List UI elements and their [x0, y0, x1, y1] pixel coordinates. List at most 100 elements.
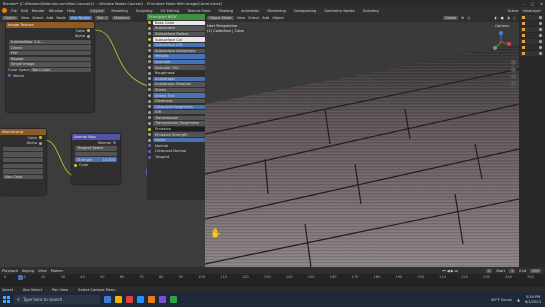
tab-uv-editing[interactable]: UV Editing — [159, 9, 182, 13]
tab-sculpting[interactable]: Sculpting — [134, 9, 155, 13]
input-socket[interactable] — [148, 116, 151, 120]
space-dropdown[interactable]: Tangent Space — [75, 146, 117, 151]
outliner-row[interactable] — [520, 39, 544, 44]
bsdf-input-row[interactable]: Transmission — [147, 115, 205, 121]
visibility-eye-icon[interactable] — [539, 52, 542, 55]
menu-render[interactable]: Render — [32, 9, 45, 13]
bsdf-input-row[interactable]: Subsurface Radius — [147, 31, 205, 37]
outliner-row[interactable] — [520, 27, 544, 32]
input-socket[interactable] — [148, 105, 151, 109]
image-selector[interactable] — [3, 146, 43, 152]
taskbar-search[interactable]: ⚲ Type here to search — [14, 295, 100, 304]
grid-icon[interactable] — [511, 81, 516, 86]
input-socket[interactable] — [148, 88, 151, 92]
play-controls[interactable]: ⏮ ◀ ▶ ⏭ — [442, 269, 457, 273]
input-socket[interactable] — [148, 21, 151, 25]
source-dropdown[interactable] — [3, 169, 43, 174]
bsdf-input-row[interactable]: Tangent — [147, 154, 205, 160]
tab-layout[interactable]: Layout — [89, 8, 106, 13]
input-socket[interactable] — [148, 133, 151, 137]
shading-rendered-icon[interactable]: ○ — [513, 16, 516, 20]
weather-label[interactable]: 80°F Sunny — [491, 298, 512, 302]
windows-start-icon[interactable] — [3, 296, 10, 303]
bsdf-input-row[interactable]: Transmission Roughness — [147, 121, 205, 127]
outliner-row[interactable] — [520, 15, 544, 20]
color-space-dropdown[interactable]: Non-Color — [30, 67, 91, 73]
minimize-button[interactable]: – — [523, 2, 525, 6]
bsdf-input-row[interactable]: Specular — [147, 59, 205, 65]
bsdf-input-row[interactable]: Emission Strength — [147, 132, 205, 138]
input-socket[interactable] — [148, 138, 151, 142]
bsdf-input-row[interactable]: Subsurface Anisotropy — [147, 48, 205, 54]
input-socket[interactable] — [148, 71, 151, 75]
input-socket[interactable] — [148, 49, 151, 53]
menu-file[interactable]: File — [11, 9, 17, 13]
menu-marker[interactable]: Marker — [51, 269, 63, 273]
input-socket[interactable] — [148, 54, 151, 58]
input-socket[interactable] — [148, 26, 151, 30]
tab-animation[interactable]: Animation — [239, 9, 261, 13]
proportional-icon[interactable]: ◎ — [467, 16, 470, 20]
outliner-row[interactable] — [520, 51, 544, 56]
bsdf-input-row[interactable]: Subsurface Col — [147, 37, 205, 43]
visibility-eye-icon[interactable] — [539, 28, 542, 31]
zoom-icon[interactable] — [511, 60, 516, 65]
bsdf-input-row[interactable]: Sheen — [147, 87, 205, 93]
blender-taskbar-icon[interactable] — [148, 296, 155, 303]
input-socket[interactable] — [148, 94, 151, 98]
edge-icon[interactable] — [137, 296, 144, 303]
maximize-button[interactable]: □ — [531, 2, 534, 6]
clock[interactable]: 5:26 PM 6/2/2023 — [525, 295, 541, 303]
uv-map-field[interactable] — [75, 151, 117, 157]
bsdf-input-row[interactable]: Clearcoat Normal — [147, 149, 205, 155]
interpolation-dropdown[interactable] — [3, 152, 43, 157]
image-selector[interactable]: tumbsofloor 1-8... — [9, 39, 91, 45]
tab-texture-paint[interactable]: Texture Paint — [185, 9, 212, 13]
input-socket[interactable] — [148, 43, 151, 47]
end-frame-field[interactable]: 250 — [530, 268, 541, 273]
source-dropdown[interactable]: Single Image — [9, 62, 91, 67]
tab-modeling[interactable]: Modeling — [109, 9, 129, 13]
3d-viewport[interactable]: Object Mode View Select Add Object Globa… — [205, 14, 519, 267]
input-socket[interactable] — [148, 144, 151, 148]
visibility-eye-icon[interactable] — [539, 46, 542, 49]
bsdf-input-row[interactable]: Anisotropic Rotation — [147, 82, 205, 88]
visibility-eye-icon[interactable] — [539, 22, 542, 25]
network-icon[interactable]: ▲ — [517, 298, 520, 302]
menu-view[interactable]: View — [38, 269, 47, 273]
input-socket[interactable] — [148, 121, 151, 125]
bsdf-input-row[interactable]: Subsurface — [147, 26, 205, 32]
outliner-panel[interactable] — [519, 14, 545, 267]
menu-edit[interactable]: Edit — [21, 9, 28, 13]
strength-slider[interactable]: Strength 10.000 — [75, 157, 117, 162]
bsdf-input-row[interactable]: Specular Tint — [147, 65, 205, 71]
snap-icon[interactable]: ⊕ — [461, 16, 464, 20]
tab-shading[interactable]: Shading — [216, 9, 235, 13]
app-icon-2[interactable] — [170, 296, 177, 303]
image-texture-node[interactable]: Image Texture Color Alpha tumbsofloor 1-… — [6, 22, 94, 112]
extension-dropdown[interactable] — [3, 163, 43, 168]
input-socket[interactable] — [148, 38, 151, 42]
input-socket[interactable] — [148, 77, 151, 81]
menu-help[interactable]: Help — [67, 9, 75, 13]
bsdf-input-row[interactable]: Normal — [147, 143, 205, 149]
bsdf-input-row[interactable]: Metallic — [147, 54, 205, 60]
visibility-eye-icon[interactable] — [539, 40, 542, 43]
input-socket[interactable] — [148, 110, 151, 114]
extension-dropdown[interactable]: Repeat — [9, 56, 91, 61]
bsdf-input-row[interactable]: Base Color — [147, 20, 205, 26]
shading-solid-icon[interactable]: ● — [501, 16, 504, 20]
menu-view[interactable]: View — [237, 16, 246, 20]
outliner-row[interactable] — [520, 33, 544, 38]
view-layer-selector[interactable]: ViewLayer — [522, 9, 541, 13]
menu-object[interactable]: Object — [272, 16, 284, 20]
pan-icon[interactable] — [511, 67, 516, 72]
input-socket[interactable] — [148, 66, 151, 70]
tab-geometry-nodes[interactable]: Geometry Nodes — [322, 9, 356, 13]
menu-playback[interactable]: Playback — [2, 269, 18, 273]
app-icon[interactable] — [159, 296, 166, 303]
input-socket[interactable] — [148, 82, 151, 86]
visibility-eye-icon[interactable] — [539, 16, 542, 19]
tab-compositing[interactable]: Compositing — [292, 9, 319, 13]
menu-add[interactable]: Add — [262, 16, 269, 20]
